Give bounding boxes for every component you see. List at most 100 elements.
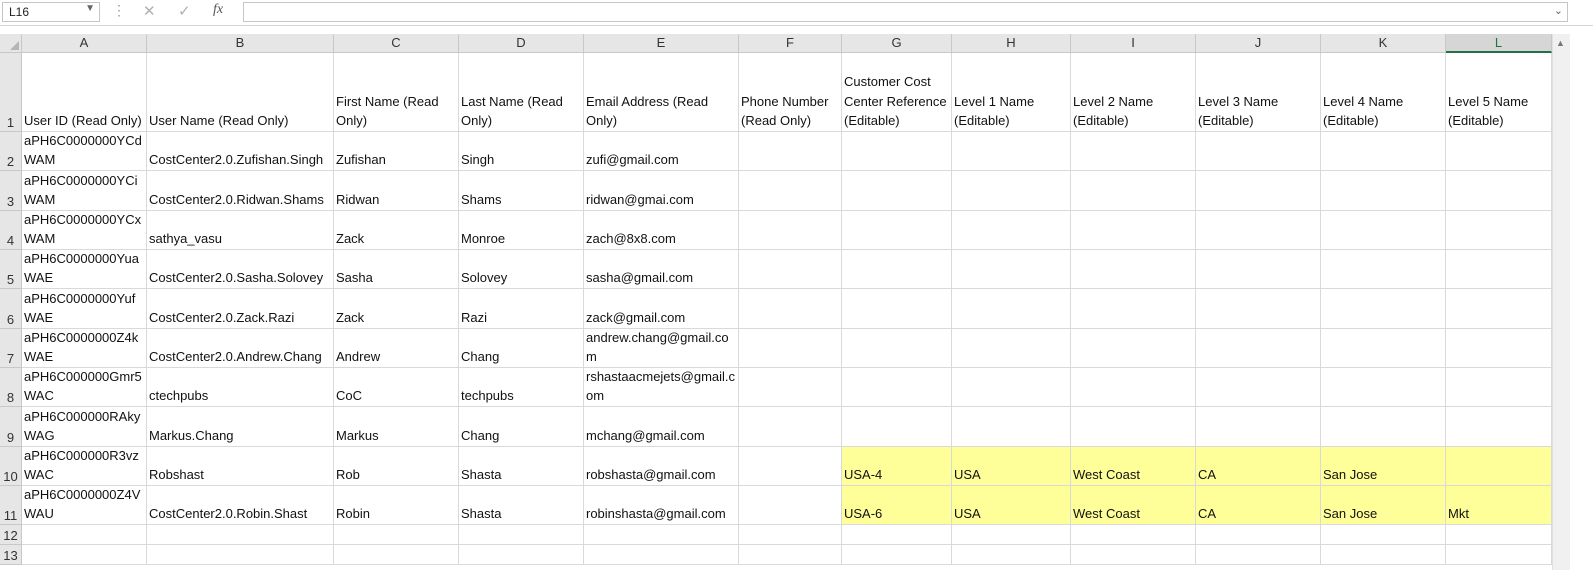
cell-f13[interactable]: [739, 545, 842, 565]
column-header-b[interactable]: B: [147, 34, 334, 53]
column-header-g[interactable]: G: [842, 34, 952, 53]
cell-i3[interactable]: [1071, 171, 1196, 211]
cell-i12[interactable]: [1071, 525, 1196, 545]
cell-j1[interactable]: Level 3 Name (Editable): [1196, 53, 1321, 132]
expand-formula-bar-icon[interactable]: ⌄: [1554, 4, 1563, 17]
row-header-4[interactable]: 4: [0, 211, 22, 250]
cell-i1[interactable]: Level 2 Name (Editable): [1071, 53, 1196, 132]
cell-h8[interactable]: [952, 368, 1071, 407]
cell-g8[interactable]: [842, 368, 952, 407]
cell-a10[interactable]: aPH6C000000R3vzWAC: [22, 447, 147, 486]
cell-g9[interactable]: [842, 407, 952, 447]
cell-b12[interactable]: [147, 525, 334, 545]
cell-h10[interactable]: USA: [952, 447, 1071, 486]
cell-i5[interactable]: [1071, 250, 1196, 289]
cell-d5[interactable]: Solovey: [459, 250, 584, 289]
cell-c11[interactable]: Robin: [334, 486, 459, 525]
name-box[interactable]: L16 ▼: [2, 2, 100, 22]
cell-f1[interactable]: Phone Number (Read Only): [739, 53, 842, 132]
formula-input[interactable]: ⌄: [243, 2, 1568, 22]
cell-c12[interactable]: [334, 525, 459, 545]
cell-h3[interactable]: [952, 171, 1071, 211]
cell-k5[interactable]: [1321, 250, 1446, 289]
cell-l9[interactable]: [1446, 407, 1552, 447]
cell-e3[interactable]: ridwan@gmai.com: [584, 171, 739, 211]
column-header-d[interactable]: D: [459, 34, 584, 53]
row-header-2[interactable]: 2: [0, 132, 22, 171]
cell-i11[interactable]: West Coast: [1071, 486, 1196, 525]
cell-k2[interactable]: [1321, 132, 1446, 171]
cell-g10[interactable]: USA-4: [842, 447, 952, 486]
cell-e13[interactable]: [584, 545, 739, 565]
row-header-13[interactable]: 13: [0, 545, 22, 565]
cell-d13[interactable]: [459, 545, 584, 565]
cell-a7[interactable]: aPH6C0000000Z4kWAE: [22, 329, 147, 368]
cell-l6[interactable]: [1446, 289, 1552, 329]
cell-l8[interactable]: [1446, 368, 1552, 407]
cell-i13[interactable]: [1071, 545, 1196, 565]
cell-l2[interactable]: [1446, 132, 1552, 171]
cell-j7[interactable]: [1196, 329, 1321, 368]
cell-f8[interactable]: [739, 368, 842, 407]
cell-c2[interactable]: Zufishan: [334, 132, 459, 171]
cell-j11[interactable]: CA: [1196, 486, 1321, 525]
cell-g5[interactable]: [842, 250, 952, 289]
cell-k1[interactable]: Level 4 Name (Editable): [1321, 53, 1446, 132]
cell-h2[interactable]: [952, 132, 1071, 171]
cell-g2[interactable]: [842, 132, 952, 171]
cell-f7[interactable]: [739, 329, 842, 368]
cell-a3[interactable]: aPH6C0000000YCiWAM: [22, 171, 147, 211]
cell-e5[interactable]: sasha@gmail.com: [584, 250, 739, 289]
cell-b4[interactable]: sathya_vasu: [147, 211, 334, 250]
cell-d9[interactable]: Chang: [459, 407, 584, 447]
column-header-a[interactable]: A: [22, 34, 147, 53]
cell-j13[interactable]: [1196, 545, 1321, 565]
cell-c13[interactable]: [334, 545, 459, 565]
cell-c5[interactable]: Sasha: [334, 250, 459, 289]
cell-b6[interactable]: CostCenter2.0.Zack.Razi: [147, 289, 334, 329]
cell-h12[interactable]: [952, 525, 1071, 545]
cell-c8[interactable]: CoC: [334, 368, 459, 407]
row-header-11[interactable]: 11: [0, 486, 22, 525]
cell-e6[interactable]: zack@gmail.com: [584, 289, 739, 329]
enter-icon[interactable]: ✓: [178, 2, 191, 20]
cell-f10[interactable]: [739, 447, 842, 486]
cell-i10[interactable]: West Coast: [1071, 447, 1196, 486]
cell-i8[interactable]: [1071, 368, 1196, 407]
cell-d4[interactable]: Monroe: [459, 211, 584, 250]
cell-e10[interactable]: robshasta@gmail.com: [584, 447, 739, 486]
cell-g1[interactable]: Customer Cost Center Reference (Editable…: [842, 53, 952, 132]
column-header-j[interactable]: J: [1196, 34, 1321, 53]
cell-e1[interactable]: Email Address (Read Only): [584, 53, 739, 132]
cell-b2[interactable]: CostCenter2.0.Zufishan.Singh: [147, 132, 334, 171]
cell-d2[interactable]: Singh: [459, 132, 584, 171]
cell-f6[interactable]: [739, 289, 842, 329]
cell-a2[interactable]: aPH6C0000000YCdWAM: [22, 132, 147, 171]
cell-j2[interactable]: [1196, 132, 1321, 171]
cell-h11[interactable]: USA: [952, 486, 1071, 525]
cancel-icon[interactable]: ✕: [143, 2, 156, 20]
cell-g7[interactable]: [842, 329, 952, 368]
cell-a13[interactable]: [22, 545, 147, 565]
select-all-button[interactable]: [0, 34, 22, 53]
cell-k6[interactable]: [1321, 289, 1446, 329]
cell-j10[interactable]: CA: [1196, 447, 1321, 486]
cell-l11[interactable]: Mkt: [1446, 486, 1552, 525]
column-header-c[interactable]: C: [334, 34, 459, 53]
cell-d6[interactable]: Razi: [459, 289, 584, 329]
scroll-up-icon[interactable]: ▲: [1556, 38, 1565, 48]
cell-i9[interactable]: [1071, 407, 1196, 447]
cell-k13[interactable]: [1321, 545, 1446, 565]
cell-b13[interactable]: [147, 545, 334, 565]
cell-j9[interactable]: [1196, 407, 1321, 447]
cell-c9[interactable]: Markus: [334, 407, 459, 447]
cell-h4[interactable]: [952, 211, 1071, 250]
cell-h5[interactable]: [952, 250, 1071, 289]
cell-g11[interactable]: USA-6: [842, 486, 952, 525]
cell-l3[interactable]: [1446, 171, 1552, 211]
cell-l7[interactable]: [1446, 329, 1552, 368]
cell-i6[interactable]: [1071, 289, 1196, 329]
cell-h13[interactable]: [952, 545, 1071, 565]
cell-l13[interactable]: [1446, 545, 1552, 565]
cell-e12[interactable]: [584, 525, 739, 545]
